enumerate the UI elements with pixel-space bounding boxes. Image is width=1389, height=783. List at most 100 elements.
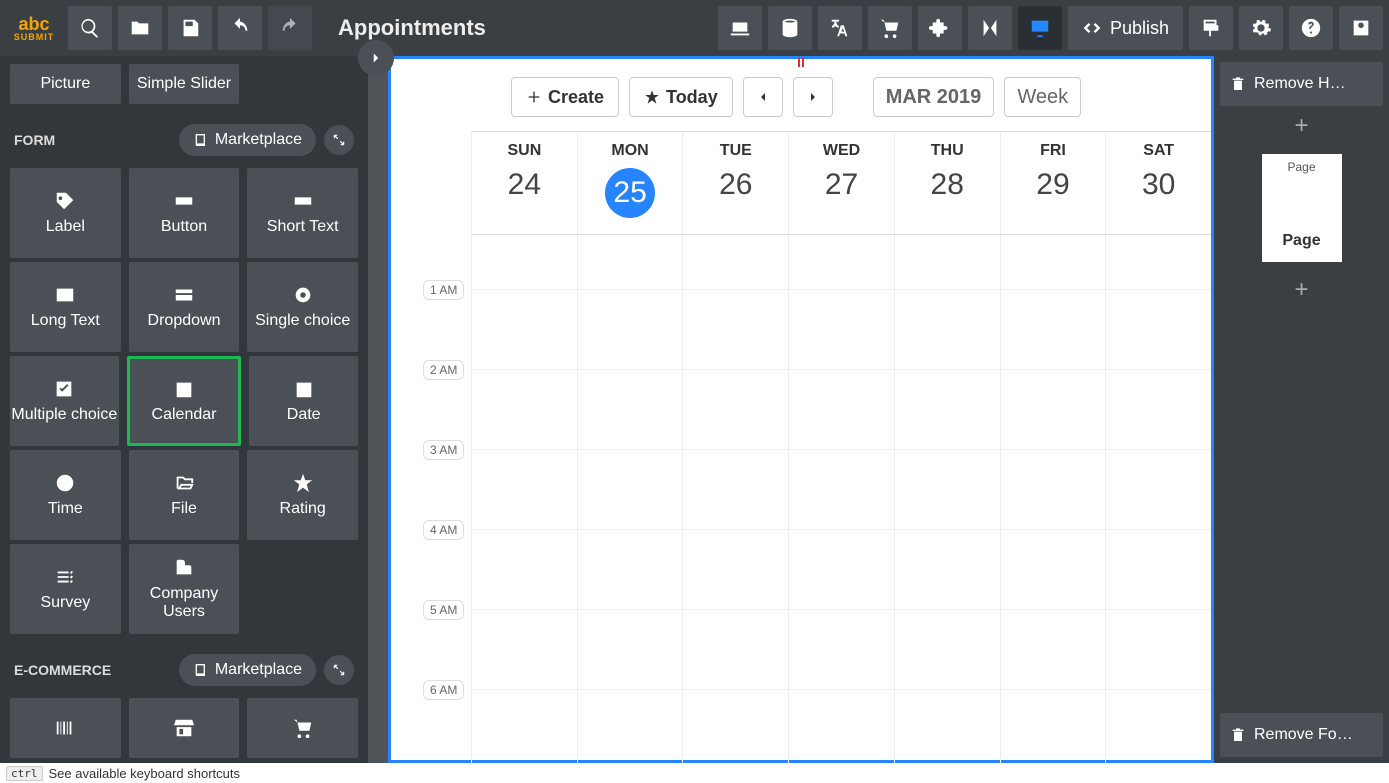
calendar-cell[interactable] <box>788 610 894 689</box>
calendar-create-button[interactable]: Create <box>511 77 619 117</box>
calendar-cell[interactable] <box>1105 290 1211 369</box>
calendar-cell[interactable] <box>682 610 788 689</box>
calendar-cell[interactable] <box>788 690 894 763</box>
save-button[interactable] <box>168 6 212 50</box>
translate-button[interactable] <box>818 6 862 50</box>
calendar-cell[interactable] <box>1000 530 1106 609</box>
widget-long-text[interactable]: Long Text <box>10 262 121 352</box>
search-button[interactable] <box>68 6 112 50</box>
calendar-cell[interactable] <box>894 235 1000 289</box>
shortcut-hint[interactable]: See available keyboard shortcuts <box>49 766 241 781</box>
calendar-cell[interactable] <box>577 530 683 609</box>
data-button[interactable] <box>768 6 812 50</box>
widget-time[interactable]: Time <box>10 450 121 540</box>
add-page-below-button[interactable]: + <box>1220 276 1383 304</box>
widget-multiple-choice[interactable]: Multiple choice <box>10 356 119 446</box>
calendar-cell[interactable] <box>1105 450 1211 529</box>
calendar-cell[interactable] <box>577 370 683 449</box>
calendar-cell[interactable] <box>788 370 894 449</box>
page-thumbnail[interactable]: Page Page <box>1262 154 1342 262</box>
calendar-today-button[interactable]: Today <box>629 77 733 117</box>
calendar-cell[interactable] <box>577 290 683 369</box>
calendar-cell[interactable] <box>1105 235 1211 289</box>
settings-button[interactable] <box>1239 6 1283 50</box>
widget-date[interactable]: Date <box>249 356 358 446</box>
help-button[interactable] <box>1289 6 1333 50</box>
calendar-cell[interactable] <box>788 530 894 609</box>
widget-simple-slider[interactable]: Simple Slider <box>129 64 240 104</box>
widget-button[interactable]: Button <box>129 168 240 258</box>
calendar-cell[interactable] <box>471 690 577 763</box>
widget-single-choice[interactable]: Single choice <box>247 262 358 352</box>
widget-calendar[interactable]: Calendar <box>127 356 242 446</box>
marketplace-button-form[interactable]: Marketplace <box>179 124 316 156</box>
calendar-cell[interactable] <box>577 450 683 529</box>
widget-label[interactable]: Label <box>10 168 121 258</box>
widget-rating[interactable]: Rating <box>247 450 358 540</box>
calendar-month-year[interactable]: MAR 2019 <box>873 77 995 117</box>
calendar-cell[interactable] <box>577 610 683 689</box>
calendar-cell[interactable] <box>682 530 788 609</box>
calendar-cell[interactable] <box>1000 370 1106 449</box>
calendar-day-column[interactable]: THU28 <box>894 132 1000 234</box>
calendar-cell[interactable] <box>577 690 683 763</box>
calendar-next-button[interactable] <box>793 77 833 117</box>
calendar-cell[interactable] <box>894 530 1000 609</box>
calendar-cell[interactable] <box>1000 450 1106 529</box>
calendar-cell[interactable] <box>1105 610 1211 689</box>
calendar-cell[interactable] <box>682 370 788 449</box>
collapse-sidebar-button[interactable] <box>358 40 394 76</box>
calendar-widget[interactable]: Create Today MAR 2019 Week SUN24MON25TUE… <box>388 56 1214 763</box>
calendar-cell[interactable] <box>894 290 1000 369</box>
calendar-cell[interactable] <box>682 290 788 369</box>
redo-button[interactable] <box>268 6 312 50</box>
calendar-prev-button[interactable] <box>743 77 783 117</box>
widget-company-users[interactable]: Company Users <box>129 544 240 634</box>
calendar-cell[interactable] <box>788 450 894 529</box>
marketplace-button-ecom[interactable]: Marketplace <box>179 654 316 686</box>
resize-handle-top[interactable] <box>792 57 810 71</box>
plugins-button[interactable] <box>918 6 962 50</box>
calendar-cell[interactable] <box>1105 530 1211 609</box>
widget-survey[interactable]: Survey <box>10 544 121 634</box>
device-button[interactable] <box>718 6 762 50</box>
calendar-cell[interactable] <box>471 530 577 609</box>
remove-header-button[interactable]: Remove H… <box>1220 62 1383 106</box>
widget-ecom-2[interactable] <box>129 698 240 758</box>
calendar-cell[interactable] <box>894 610 1000 689</box>
calendar-cell[interactable] <box>894 690 1000 763</box>
calendar-day-column[interactable]: TUE26 <box>682 132 788 234</box>
widget-short-text[interactable]: Short Text <box>247 168 358 258</box>
calendar-cell[interactable] <box>788 235 894 289</box>
add-page-above-button[interactable]: + <box>1220 112 1383 140</box>
widget-picture[interactable]: Picture <box>10 64 121 104</box>
account-button[interactable] <box>1339 6 1383 50</box>
calendar-cell[interactable] <box>471 235 577 289</box>
collapse-section-button[interactable] <box>324 655 354 685</box>
widget-file[interactable]: File <box>129 450 240 540</box>
calendar-day-column[interactable]: MON25 <box>577 132 683 234</box>
calendar-cell[interactable] <box>1105 370 1211 449</box>
calendar-cell[interactable] <box>1000 690 1106 763</box>
flux-button[interactable] <box>968 6 1012 50</box>
calendar-cell[interactable] <box>788 290 894 369</box>
theme-button[interactable] <box>1189 6 1233 50</box>
calendar-cell[interactable] <box>894 450 1000 529</box>
calendar-cell[interactable] <box>471 370 577 449</box>
calendar-cell[interactable] <box>1000 610 1106 689</box>
widget-ecom-1[interactable] <box>10 698 121 758</box>
preview-button[interactable] <box>1018 6 1062 50</box>
calendar-day-column[interactable]: FRI29 <box>1000 132 1106 234</box>
open-button[interactable] <box>118 6 162 50</box>
calendar-cell[interactable] <box>1000 290 1106 369</box>
remove-footer-button[interactable]: Remove Fo… <box>1220 713 1383 757</box>
calendar-cell[interactable] <box>894 370 1000 449</box>
calendar-cell[interactable] <box>471 290 577 369</box>
widget-ecom-3[interactable] <box>247 698 358 758</box>
calendar-cell[interactable] <box>577 235 683 289</box>
calendar-cell[interactable] <box>471 450 577 529</box>
collapse-section-button[interactable] <box>324 125 354 155</box>
widget-dropdown[interactable]: Dropdown <box>129 262 240 352</box>
calendar-cell[interactable] <box>682 690 788 763</box>
cart-button[interactable] <box>868 6 912 50</box>
